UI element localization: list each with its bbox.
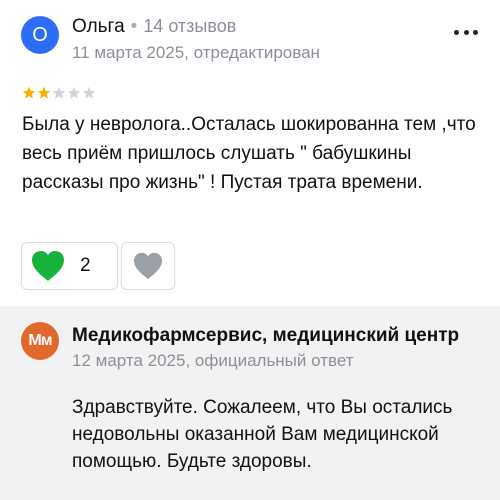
rating-stars (22, 86, 96, 100)
more-options-icon[interactable] (454, 30, 478, 36)
more-dot (473, 30, 478, 35)
review-card: О Ольга • 14 отзывов 11 марта 2025, отреда… (0, 0, 500, 290)
review-date: 11 марта 2025, отредактирован (72, 43, 320, 62)
dislike-button[interactable] (121, 242, 175, 290)
like-count: 2 (80, 255, 91, 276)
star-icon (52, 86, 66, 99)
star-icon (67, 86, 81, 99)
organization-avatar[interactable]: Мм (21, 322, 59, 360)
author-avatar[interactable]: О (21, 16, 59, 54)
reply-text: Здравствуйте. Сожалеем, что Вы остались … (72, 397, 453, 472)
more-dot (463, 30, 469, 35)
more-dot (454, 30, 459, 35)
reviews-count: 14 отзывов (143, 16, 237, 36)
author-name[interactable]: Ольга (72, 16, 125, 37)
reply-meta: 12 марта 2025, официальный ответ (72, 351, 354, 370)
author-line: Ольга • 14 отзывов (72, 16, 236, 38)
star-icon (37, 86, 51, 99)
heart-icon (32, 251, 64, 281)
like-button[interactable]: 2 (21, 242, 118, 290)
organization-name[interactable]: Медикофармсервис, медицинский центр (72, 325, 482, 347)
official-reply: Мм Медикофармсервис, медицинский центр 1… (0, 306, 500, 500)
separator-dot: • (130, 16, 138, 37)
star-icon (82, 86, 96, 99)
heart-icon (134, 252, 162, 280)
star-icon (22, 86, 36, 99)
review-text: Была у невролога..Осталась шокированна т… (22, 114, 476, 193)
